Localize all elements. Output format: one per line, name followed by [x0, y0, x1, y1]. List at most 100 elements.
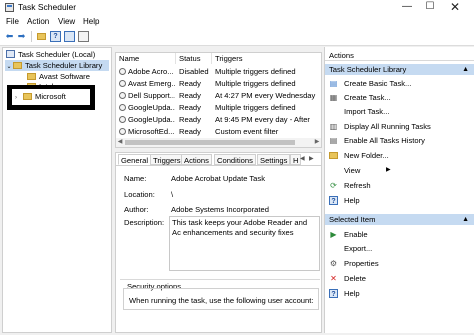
action-label: Help	[344, 289, 360, 298]
section-title: Selected Item	[329, 215, 376, 224]
action-label: Create Task...	[344, 93, 391, 102]
name-label: Name:	[124, 174, 147, 183]
description-value: This task keeps your Adobe Reader and Ac…	[172, 218, 308, 237]
scroll-right-icon[interactable]: ▶	[313, 138, 321, 147]
tree-item-label: Microsoft	[35, 92, 66, 101]
action-create-task[interactable]: ▦ Create Task...	[325, 92, 474, 103]
section-title: Task Scheduler Library	[329, 65, 407, 74]
author-value[interactable]: Adobe Systems Incorporated	[171, 205, 269, 214]
close-button[interactable]: ✕	[444, 0, 466, 15]
location-value[interactable]: \	[171, 190, 173, 199]
tab-actions[interactable]: Actions	[181, 154, 212, 165]
toolbar: ⬅ ➡ ?	[0, 28, 474, 46]
menu-help[interactable]: Help	[83, 17, 99, 26]
tree-item-microsoft[interactable]: › Microsoft	[15, 91, 66, 102]
column-header-status[interactable]: Status	[176, 53, 212, 64]
tree-item-root[interactable]: Task Scheduler (Local)	[6, 49, 95, 60]
new-folder-icon	[329, 151, 338, 160]
task-list: Name Status Triggers Adobe Acro... Disab…	[115, 52, 322, 148]
enable-icon: ▶	[330, 230, 337, 239]
table-row[interactable]: Adobe Acro... Disabled Multiple triggers…	[116, 66, 321, 77]
folder-icon[interactable]	[36, 31, 47, 42]
properties-icon[interactable]	[64, 31, 75, 42]
table-row[interactable]: MicrosoftEd... Ready Custom event filter	[116, 126, 321, 137]
maximize-button[interactable]: ☐	[419, 0, 441, 15]
action-label: Properties	[344, 259, 379, 268]
action-label: Delete	[344, 274, 366, 283]
action-display-running[interactable]: ▥ Display All Running Tasks	[325, 121, 474, 132]
minimize-button[interactable]: —	[396, 0, 418, 15]
chevron-right-icon[interactable]: ›	[15, 93, 23, 104]
help-icon[interactable]: ?	[50, 31, 61, 42]
task-status: Ready	[179, 127, 201, 136]
window-title: Task Scheduler	[18, 2, 77, 12]
scrollbar-thumb[interactable]	[125, 140, 295, 145]
task-triggers: At 4:27 PM every Wednesday	[215, 91, 316, 100]
table-row[interactable]: Dell Support... Ready At 4:27 PM every W…	[116, 90, 321, 101]
table-row[interactable]: GoogleUpda... Ready At 9:45 PM every day…	[116, 114, 321, 125]
action-create-basic-task[interactable]: ▤ Create Basic Task...	[325, 78, 474, 89]
task-status: Ready	[179, 91, 201, 100]
column-header-name[interactable]: Name	[116, 53, 176, 64]
action-properties[interactable]: ⚙ Properties	[325, 258, 474, 269]
tree-item-library[interactable]: ⌄ Task Scheduler Library	[5, 60, 109, 71]
menu-bar: File Action View Help	[0, 15, 474, 28]
back-arrow-icon[interactable]: ⬅	[4, 31, 15, 42]
submenu-arrow-icon: ▶	[386, 167, 391, 173]
action-refresh[interactable]: ⟳ Refresh	[325, 180, 474, 191]
action-new-folder[interactable]: New Folder...	[325, 150, 474, 161]
action-help[interactable]: ? Help	[325, 195, 474, 206]
action-label: Help	[344, 196, 360, 205]
task-name: GoogleUpda...	[128, 115, 175, 124]
column-header-triggers[interactable]: Triggers	[212, 53, 321, 64]
redaction-box: › Microsoft	[7, 85, 95, 110]
menu-file[interactable]: File	[6, 17, 19, 26]
name-value[interactable]: Adobe Acrobat Update Task	[171, 174, 265, 183]
action-label: Display All Running Tasks	[344, 122, 431, 131]
tab-triggers[interactable]: Triggers	[150, 154, 184, 165]
task-icon	[119, 92, 126, 99]
menu-action[interactable]: Action	[27, 17, 49, 26]
forward-arrow-icon[interactable]: ➡	[16, 31, 27, 42]
tab-scroll-left-icon[interactable]: ◀	[300, 155, 305, 162]
panel-icon[interactable]	[78, 31, 89, 42]
action-help-selected[interactable]: ? Help	[325, 288, 474, 299]
action-view[interactable]: View ▶	[325, 165, 474, 176]
delete-icon: ✕	[330, 274, 337, 283]
task-status: Ready	[179, 79, 201, 88]
horizontal-scrollbar[interactable]: ◀ ▶	[116, 138, 321, 147]
properties-icon: ⚙	[329, 259, 338, 268]
action-enable-history[interactable]: ▤ Enable All Tasks History	[325, 135, 474, 146]
tab-settings[interactable]: Settings	[257, 154, 291, 165]
scroll-left-icon[interactable]: ◀	[116, 138, 124, 147]
location-label: Location:	[124, 190, 155, 199]
help-icon: ?	[329, 196, 338, 205]
task-triggers: Custom event filter	[215, 127, 279, 136]
tab-conditions[interactable]: Conditions	[214, 154, 256, 165]
chevron-down-icon[interactable]: ⌄	[5, 62, 13, 73]
tab-scroll-right-icon[interactable]: ▶	[309, 155, 314, 162]
table-row[interactable]: GoogleUpda... Ready Multiple triggers de…	[116, 102, 321, 113]
actions-section-selected[interactable]: Selected Item ▲	[325, 214, 474, 225]
import-icon	[329, 107, 338, 116]
task-icon	[119, 68, 126, 75]
action-enable[interactable]: ▶ Enable	[325, 229, 474, 240]
task-details: General Triggers Actions Conditions Sett…	[115, 152, 322, 333]
action-label: Enable All Tasks History	[344, 136, 425, 145]
tree-item-label: Task Scheduler (Local)	[18, 50, 96, 59]
actions-section-library[interactable]: Task Scheduler Library ▲	[325, 64, 474, 75]
table-row[interactable]: Avast Emerg... Ready Multiple triggers d…	[116, 78, 321, 89]
description-field[interactable]: This task keeps your Adobe Reader and Ac…	[169, 216, 320, 271]
collapse-up-icon[interactable]: ▲	[462, 64, 469, 75]
tab-general[interactable]: General	[118, 154, 152, 165]
action-label: New Folder...	[344, 151, 389, 160]
task-status: Disabled	[179, 67, 209, 76]
collapse-up-icon[interactable]: ▲	[462, 214, 469, 225]
action-export[interactable]: Export...	[325, 243, 474, 254]
action-label: Export...	[344, 244, 373, 253]
action-delete[interactable]: ✕ Delete	[325, 273, 474, 284]
task-icon	[119, 128, 126, 135]
menu-view[interactable]: View	[58, 17, 75, 26]
actions-pane: Actions Task Scheduler Library ▲ ▤ Creat…	[324, 47, 474, 333]
action-import-task[interactable]: Import Task...	[325, 106, 474, 117]
